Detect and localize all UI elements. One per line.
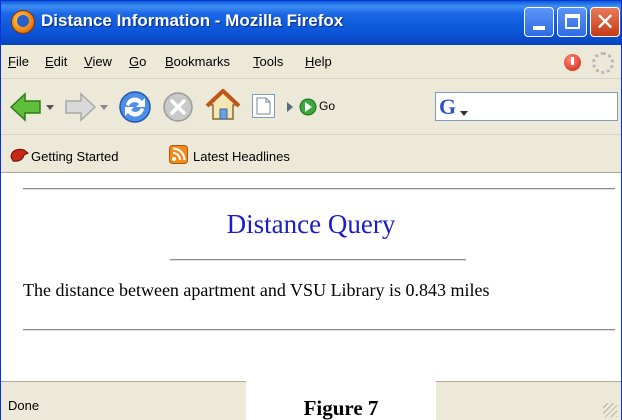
- back-arrow-icon[interactable]: [9, 92, 43, 122]
- throbber-icon: [592, 52, 614, 74]
- menu-tools[interactable]: Tools: [253, 54, 283, 69]
- menu-view[interactable]: View: [84, 54, 112, 69]
- reload-icon[interactable]: [117, 89, 153, 125]
- distance-result-text: The distance between apartment and VSU L…: [23, 280, 490, 300]
- go-arrow-icon[interactable]: [299, 98, 317, 116]
- back-dropdown-icon[interactable]: [45, 104, 55, 112]
- status-text: Done: [8, 398, 40, 413]
- forward-arrow-icon[interactable]: [63, 92, 97, 122]
- bookmark-getting-started[interactable]: Getting Started: [31, 149, 118, 164]
- navigation-toolbar: Go G: [1, 79, 621, 135]
- error-indicator-icon: [564, 54, 581, 71]
- menu-bar: File Edit View Go Bookmarks Tools Help: [1, 45, 621, 79]
- title-bar[interactable]: Distance Information - Mozilla Firefox ✕: [1, 1, 621, 45]
- rss-feed-icon: [169, 145, 188, 164]
- close-button[interactable]: ✕: [590, 7, 620, 37]
- figure-caption-box: Figure 7: [246, 381, 436, 420]
- figure-caption: Figure 7: [303, 396, 379, 420]
- page-heading: Distance Query: [226, 209, 396, 239]
- menu-file[interactable]: File: [8, 54, 29, 69]
- go-button[interactable]: Go: [319, 99, 335, 113]
- menu-edit[interactable]: Edit: [45, 54, 67, 69]
- minimize-icon: [533, 26, 545, 30]
- browser-window: Distance Information - Mozilla Firefox ✕…: [0, 0, 622, 420]
- top-divider: [23, 188, 615, 190]
- home-icon[interactable]: [205, 87, 241, 123]
- url-dropdown-icon[interactable]: [286, 101, 294, 113]
- menu-go[interactable]: Go: [129, 54, 146, 69]
- resize-grip-icon[interactable]: [603, 403, 617, 417]
- menu-bookmarks[interactable]: Bookmarks: [165, 54, 230, 69]
- page-content: [1, 173, 621, 381]
- minimize-button[interactable]: [524, 7, 554, 37]
- window-title: Distance Information - Mozilla Firefox: [41, 11, 344, 30]
- menu-help[interactable]: Help: [305, 54, 332, 69]
- search-engine-icon[interactable]: G: [439, 94, 456, 120]
- page-icon: [256, 97, 271, 115]
- forward-dropdown-icon[interactable]: [99, 104, 109, 112]
- search-engine-dropdown-icon[interactable]: [460, 111, 468, 117]
- bookmark-latest-headlines[interactable]: Latest Headlines: [193, 149, 290, 164]
- heading-divider: [170, 259, 466, 261]
- url-field[interactable]: [252, 94, 275, 118]
- bottom-divider: [23, 329, 615, 331]
- close-icon: ✕: [595, 8, 616, 36]
- stop-icon[interactable]: [161, 90, 195, 124]
- maximize-button[interactable]: [557, 7, 587, 37]
- firefox-logo-icon: [11, 10, 35, 34]
- search-input[interactable]: G: [435, 92, 618, 121]
- bookmarks-toolbar: Getting Started Latest Headlines: [1, 135, 621, 173]
- maximize-icon: [565, 14, 580, 29]
- getting-started-icon: [10, 148, 29, 162]
